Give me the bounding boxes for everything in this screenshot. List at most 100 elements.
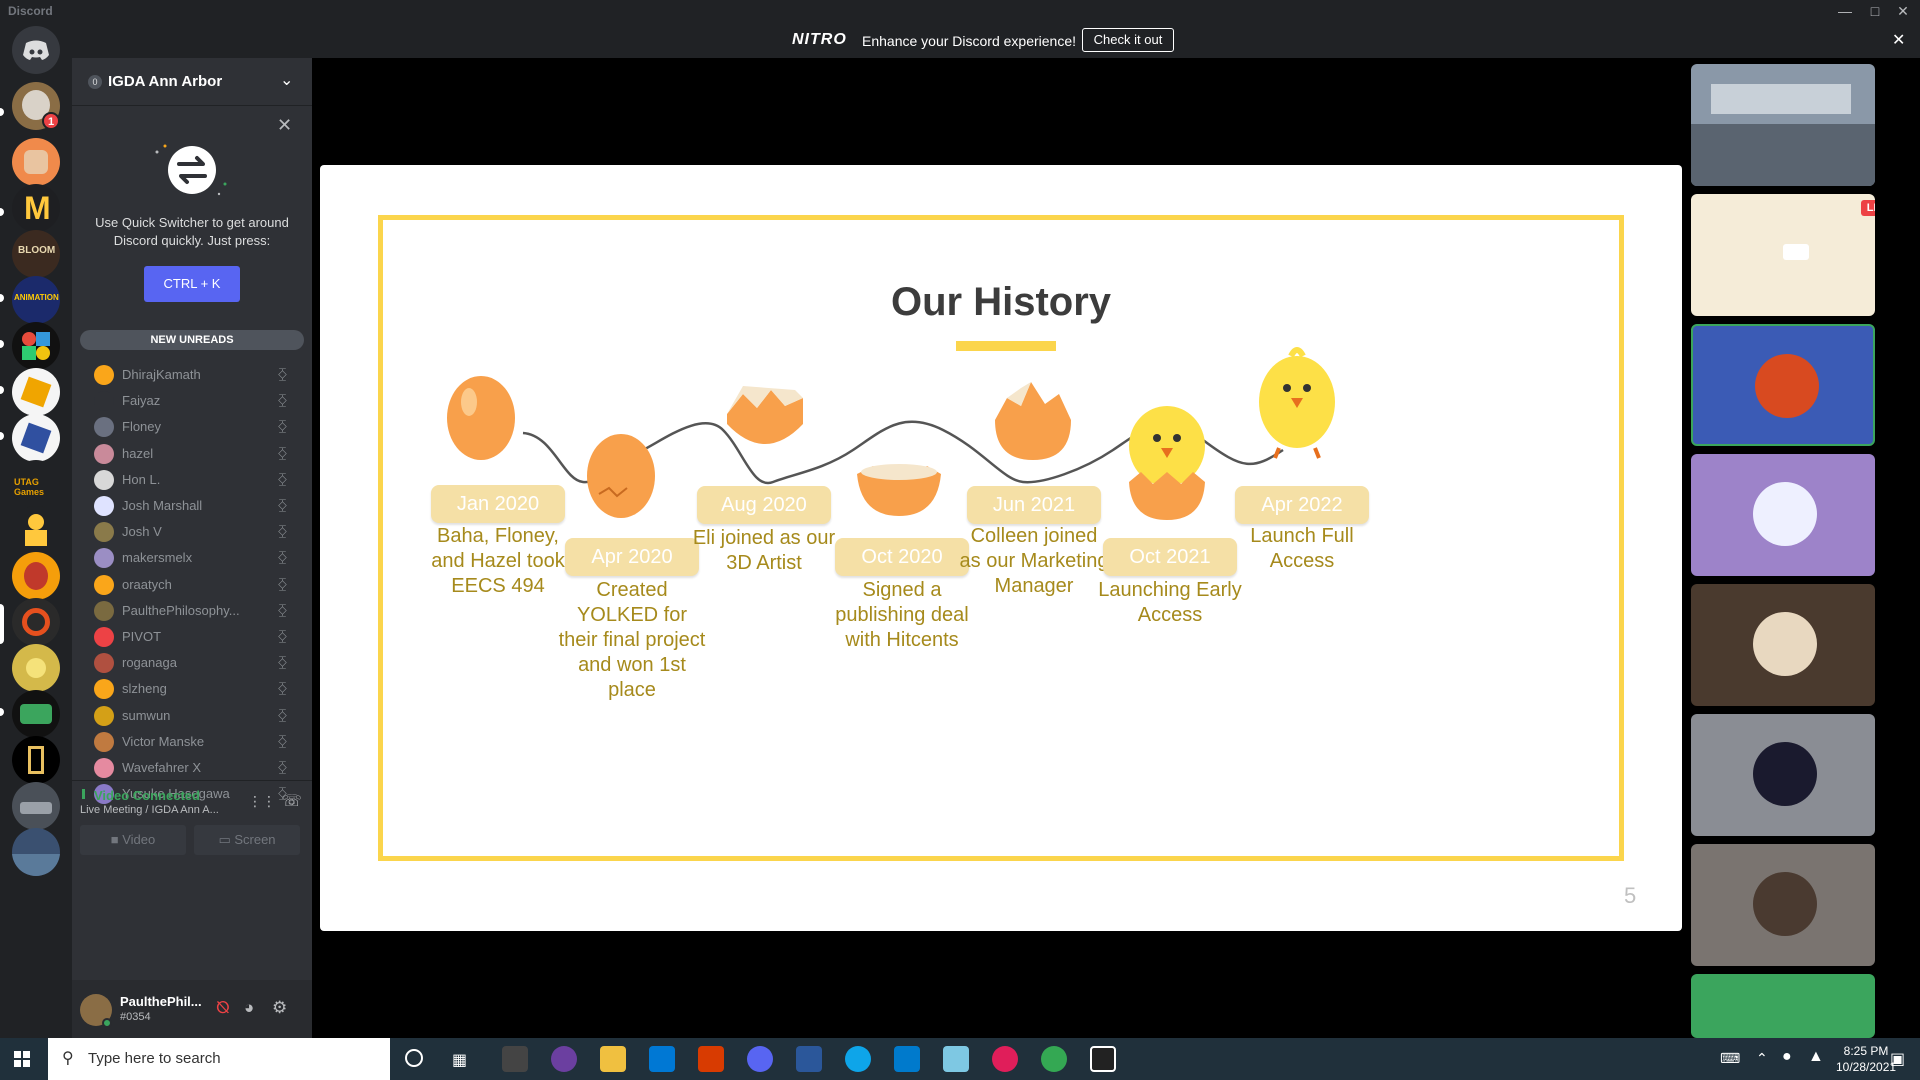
video-button[interactable]: ■ Video	[80, 825, 186, 855]
mute-microphone-icon[interactable]: ⦰	[216, 998, 230, 1018]
live-badge: LIVE	[1861, 200, 1875, 216]
voice-member[interactable]: Victor Manske ⧰	[80, 729, 304, 755]
app-icon[interactable]	[943, 1046, 969, 1072]
microphone-icon[interactable]: ●	[1782, 1048, 1792, 1066]
voice-member[interactable]: makersmelx ⧰	[80, 545, 304, 571]
voice-status[interactable]: Video Connected	[94, 788, 200, 803]
participant-tile[interactable]: ⦰	[1691, 844, 1875, 966]
participant-tile-speaking[interactable]	[1691, 324, 1875, 446]
video-camera-icon	[1783, 244, 1809, 260]
chevron-up-icon[interactable]: ⌃	[1756, 1050, 1768, 1067]
server-icon-1[interactable]	[12, 138, 60, 186]
voice-member[interactable]: Josh Marshall ⧰	[80, 493, 304, 519]
server-icon-pixel[interactable]	[12, 690, 60, 738]
file-explorer-icon[interactable]	[600, 1046, 626, 1072]
participant-tile[interactable]: ⦰	[1691, 584, 1875, 706]
participant-tile-stream[interactable]: LIVE ⋯	[1691, 194, 1875, 316]
voice-member[interactable]: hazel ⧰	[80, 441, 304, 467]
server-icon-yellow[interactable]	[12, 644, 60, 692]
voice-member[interactable]: slzheng ⧰	[80, 676, 304, 702]
server-icon-m[interactable]: M	[12, 184, 60, 232]
close-icon[interactable]: ✕	[277, 115, 292, 136]
server-rail: 1 M BLOOM ANIMATION UTAG Games	[0, 22, 72, 1038]
app-name: Discord	[8, 4, 53, 18]
headphones-icon[interactable]: ◕	[244, 998, 254, 1018]
server-icon-shapes[interactable]	[12, 322, 60, 370]
member-name: Victor Manske	[122, 733, 205, 749]
volume-icon[interactable]: ▲	[1808, 1048, 1824, 1066]
voice-member[interactable]: Hon L. ⧰	[80, 467, 304, 493]
home-button[interactable]	[12, 26, 60, 74]
voice-member[interactable]: PaulthePhilosophy... ⧰	[80, 598, 304, 624]
word-icon[interactable]	[796, 1046, 822, 1072]
server-icon-vehicle[interactable]	[12, 782, 60, 830]
participant-tile[interactable]: ⦰	[1691, 454, 1875, 576]
minimize-icon[interactable]: —	[1830, 0, 1860, 22]
keyboard-icon[interactable]: ⌨	[1720, 1050, 1740, 1067]
voice-member[interactable]: sumwun ⧰	[80, 703, 304, 729]
cortana-icon[interactable]	[405, 1049, 423, 1067]
discord-logo-icon	[23, 40, 49, 60]
server-icon-gdc-2[interactable]	[12, 414, 60, 462]
check-it-out-button[interactable]: Check it out	[1082, 28, 1174, 52]
github-icon[interactable]	[551, 1046, 577, 1072]
server-icon-bloom[interactable]: BLOOM	[12, 230, 60, 278]
participant-tile[interactable]: ⦰	[1691, 714, 1875, 836]
voice-member[interactable]: DhirajKamath ⧰	[80, 362, 304, 388]
discord-taskbar-icon[interactable]	[747, 1046, 773, 1072]
muted-icon: ⧰	[278, 654, 287, 670]
voice-member[interactable]: Wavefahrer X ⧰	[80, 755, 304, 781]
egg-bottom-icon	[857, 464, 941, 516]
taskbar-search[interactable]: ⚲ Type here to search	[48, 1038, 390, 1080]
server-icon-animation[interactable]: ANIMATION	[12, 276, 60, 324]
noise-suppression-icon[interactable]: ⋮⋮	[248, 793, 276, 810]
voice-member[interactable]: Josh V ⧰	[80, 519, 304, 545]
participant-tile[interactable]	[1691, 974, 1875, 1038]
participant-avatar	[1753, 742, 1817, 806]
notifications-icon[interactable]: ▣	[1890, 1049, 1905, 1069]
voice-member[interactable]: Floney ⧰	[80, 414, 304, 440]
banner-close-icon[interactable]: ✕	[1892, 30, 1905, 50]
chrome-icon[interactable]	[1041, 1046, 1067, 1072]
settings-gear-icon[interactable]: ⚙	[272, 998, 287, 1018]
shortcut-button[interactable]: CTRL + K	[144, 266, 240, 302]
slide-page-number: 5	[1624, 883, 1637, 908]
server-icon-door[interactable]	[12, 736, 60, 784]
member-name: DhirajKamath	[122, 367, 201, 382]
maximize-icon[interactable]: □	[1860, 0, 1890, 22]
server-icon-igda[interactable]	[12, 598, 60, 646]
presentation-slide: Our History Jan 2020 Baha, Floney, and Ha…	[320, 165, 1682, 931]
participant-tile-classroom[interactable]	[1691, 64, 1875, 186]
mail-icon[interactable]	[649, 1046, 675, 1072]
server-icon-landscape[interactable]	[12, 828, 60, 876]
windows-start-icon[interactable]	[14, 1051, 30, 1067]
member-avatar	[94, 496, 114, 516]
new-unreads-pill[interactable]: NEW UNREADS	[80, 330, 304, 350]
user-tag: #0354	[120, 1011, 151, 1023]
server-icon-fire[interactable]	[12, 552, 60, 600]
office-icon[interactable]	[698, 1046, 724, 1072]
voice-member[interactable]: Faiyaz ⧰	[80, 388, 304, 414]
member-avatar	[94, 627, 114, 647]
task-view-icon[interactable]: ▦	[452, 1050, 467, 1070]
slack-icon[interactable]	[992, 1046, 1018, 1072]
store-icon[interactable]	[502, 1046, 528, 1072]
member-name: Josh Marshall	[122, 498, 203, 513]
screen-share-button[interactable]: ▭ Screen	[194, 825, 300, 855]
server-icon-trophy[interactable]	[12, 506, 60, 554]
voice-member[interactable]: oraatych ⧰	[80, 572, 304, 598]
close-icon[interactable]: ✕	[1888, 0, 1918, 22]
server-icon-gdc[interactable]	[12, 368, 60, 416]
edge-icon[interactable]	[845, 1046, 871, 1072]
muted-icon: ⧰	[278, 601, 287, 617]
member-avatar	[94, 522, 114, 543]
vscode-icon[interactable]	[894, 1046, 920, 1072]
chevron-down-icon[interactable]: ⌄	[280, 70, 293, 90]
unity-icon[interactable]	[1090, 1046, 1116, 1072]
server-icon-games[interactable]: UTAG Games	[12, 460, 60, 508]
voice-member[interactable]: PIVOT ⧰	[80, 624, 304, 650]
disconnect-icon[interactable]: ☏	[282, 791, 302, 811]
guild-header[interactable]: 0 IGDA Ann Arbor ⌄	[72, 58, 312, 106]
voice-member[interactable]: roganaga ⧰	[80, 650, 304, 676]
clock[interactable]: 8:25 PM 10/28/2021	[1836, 1043, 1896, 1075]
